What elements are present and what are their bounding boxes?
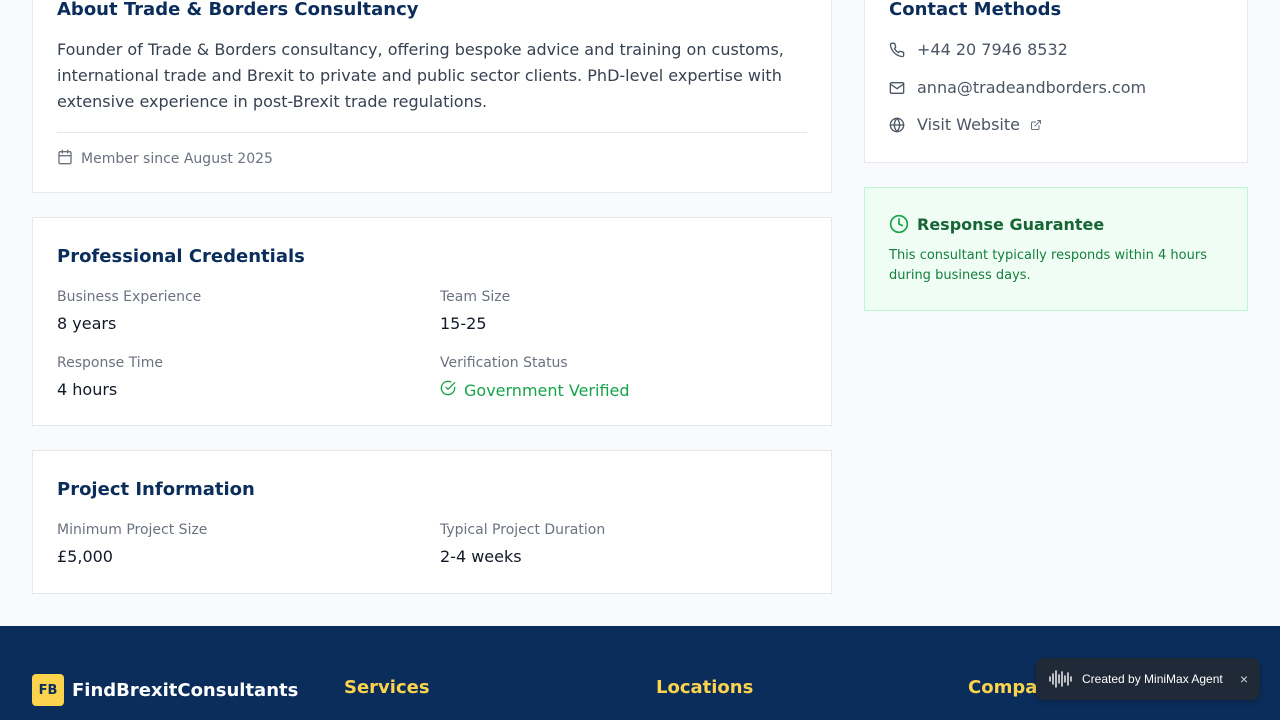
business-experience-label: Business Experience bbox=[57, 289, 202, 305]
waveform-icon bbox=[1048, 669, 1082, 689]
phone-link[interactable]: +44 20 7946 8532 bbox=[889, 40, 1068, 59]
about-card: About Trade & Borders Consultancy Founde… bbox=[32, 0, 832, 193]
contact-title: Contact Methods bbox=[889, 0, 1062, 20]
member-since-text: Member since August 2025 bbox=[81, 151, 273, 167]
about-title: About Trade & Borders Consultancy bbox=[57, 0, 419, 20]
credentials-title: Professional Credentials bbox=[57, 246, 305, 267]
website-label: Visit Website bbox=[917, 115, 1020, 134]
badge-close-button[interactable]: × bbox=[1240, 671, 1248, 687]
divider bbox=[57, 132, 807, 133]
verification-status-value: Government Verified bbox=[464, 380, 630, 400]
response-time-label: Response Time bbox=[57, 355, 163, 371]
min-project-size-value: £5,000 bbox=[57, 547, 113, 566]
badge-text: Created by MiniMax Agent bbox=[1082, 672, 1223, 686]
team-size-value: 15-25 bbox=[440, 314, 487, 333]
min-project-size-label: Minimum Project Size bbox=[57, 522, 208, 538]
project-info-title: Project Information bbox=[57, 479, 255, 500]
project-duration-value: 2-4 weeks bbox=[440, 547, 522, 566]
response-time-value: 4 hours bbox=[57, 380, 118, 399]
email-link[interactable]: anna@tradeandborders.com bbox=[889, 78, 1146, 97]
guarantee-text: This consultant typically responds withi… bbox=[889, 248, 1207, 283]
footer-brand-link[interactable]: FB FindBrexitConsultants bbox=[32, 674, 298, 706]
website-link[interactable]: Visit Website bbox=[889, 115, 1042, 134]
consultant-profile-page: About Trade & Borders Consultancy Founde… bbox=[0, 0, 1280, 720]
mail-icon bbox=[889, 80, 905, 96]
response-guarantee-card: Response Guarantee This consultant typic… bbox=[864, 187, 1248, 311]
brand-name: FindBrexitConsultants bbox=[72, 679, 299, 701]
guarantee-title: Response Guarantee bbox=[917, 214, 1105, 234]
external-link-icon bbox=[1030, 119, 1042, 131]
brand-logo: FB bbox=[32, 674, 64, 706]
contact-methods-card: Contact Methods +44 20 7946 8532 anna@tr… bbox=[864, 0, 1248, 163]
credentials-card: Professional Credentials Business Experi… bbox=[32, 217, 832, 426]
phone-icon bbox=[889, 42, 905, 58]
verification-status-label: Verification Status bbox=[440, 355, 568, 371]
email-address: anna@tradeandborders.com bbox=[917, 78, 1147, 97]
globe-icon bbox=[889, 117, 905, 133]
created-by-badge[interactable]: Created by MiniMax Agent × bbox=[1036, 658, 1260, 700]
project-info-card: Project Information Minimum Project Size… bbox=[32, 450, 832, 594]
team-size-label: Team Size bbox=[440, 289, 511, 305]
calendar-icon bbox=[57, 149, 73, 169]
phone-number: +44 20 7946 8532 bbox=[917, 40, 1068, 59]
footer-heading-locations: Locations bbox=[656, 677, 754, 698]
footer-heading-services: Services bbox=[344, 677, 430, 698]
verification-status: Government Verified bbox=[440, 380, 630, 400]
project-duration-label: Typical Project Duration bbox=[440, 522, 606, 538]
check-circle-icon bbox=[440, 380, 456, 400]
clock-icon bbox=[889, 214, 909, 234]
guarantee-heading: Response Guarantee bbox=[889, 214, 1104, 234]
business-experience-value: 8 years bbox=[57, 314, 117, 333]
about-bio: Founder of Trade & Borders consultancy, … bbox=[57, 40, 784, 111]
member-since: Member since August 2025 bbox=[57, 149, 273, 169]
